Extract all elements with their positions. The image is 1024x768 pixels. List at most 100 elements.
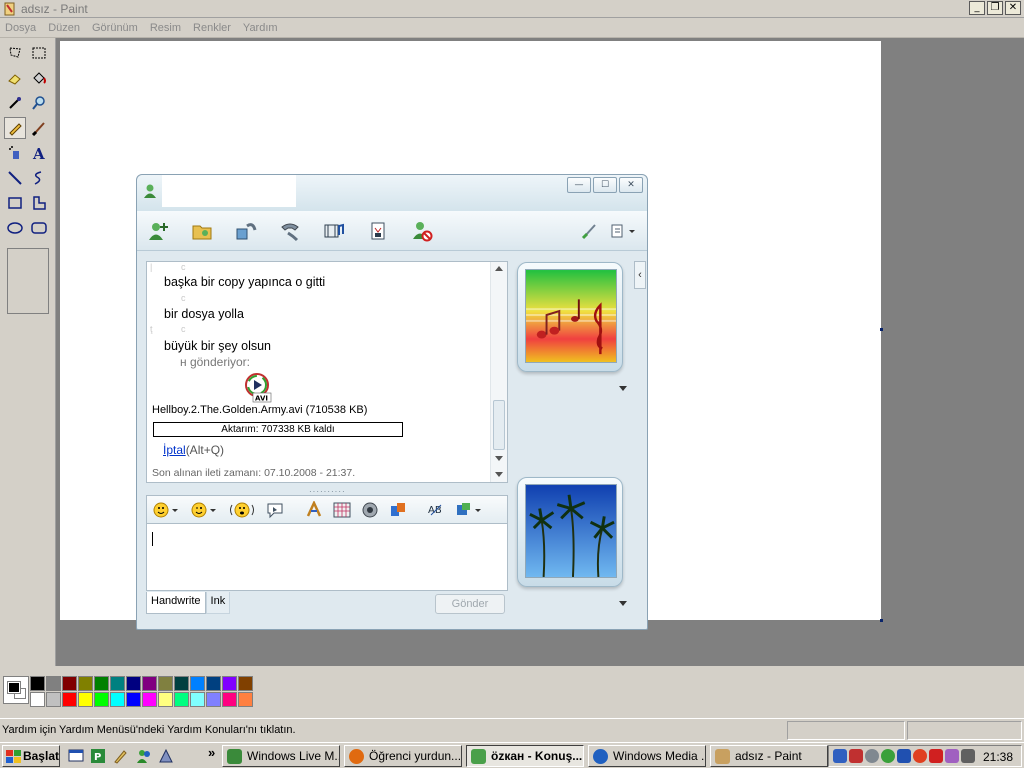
tray-security-icon[interactable] bbox=[849, 749, 863, 763]
menu-help[interactable]: Yardım bbox=[243, 22, 278, 34]
resize-handle-corner[interactable] bbox=[880, 619, 883, 622]
font-button[interactable] bbox=[305, 501, 323, 519]
polygon-tool[interactable] bbox=[28, 192, 50, 214]
conversation-history[interactable]: | c başka bir copy yapınca o gitti c bir… bbox=[146, 261, 508, 483]
call-button[interactable] bbox=[277, 219, 303, 243]
scroll-down-arrow[interactable] bbox=[495, 456, 503, 461]
more-options-button[interactable] bbox=[455, 501, 483, 519]
start-button[interactable]: Başlat bbox=[2, 745, 60, 767]
curve-tool[interactable] bbox=[28, 167, 50, 189]
webcam-button[interactable] bbox=[361, 501, 379, 519]
collapse-sidebar-button[interactable]: ‹ bbox=[634, 261, 646, 289]
color-swatch[interactable] bbox=[62, 676, 77, 691]
contact-picture-options-arrow[interactable] bbox=[619, 386, 627, 391]
scroll-end-arrow[interactable] bbox=[495, 472, 503, 477]
tray-messenger-icon[interactable] bbox=[881, 749, 895, 763]
menu-file[interactable]: Dosya bbox=[5, 22, 36, 34]
color-swatch[interactable] bbox=[190, 676, 205, 691]
tab-ink[interactable]: Ink bbox=[205, 592, 231, 614]
color-swatch[interactable] bbox=[126, 676, 141, 691]
history-scrollbar[interactable] bbox=[490, 262, 507, 482]
send-button[interactable]: Gönder bbox=[435, 594, 505, 614]
color-swatch[interactable] bbox=[238, 692, 253, 707]
task-windows-live-messenger[interactable]: Windows Live M... bbox=[222, 745, 340, 767]
minimize-button[interactable]: _ bbox=[969, 1, 985, 15]
video-call-button[interactable] bbox=[233, 219, 259, 243]
emoticon-button[interactable] bbox=[153, 501, 179, 519]
color-swatch[interactable] bbox=[94, 676, 109, 691]
color-swatch[interactable] bbox=[158, 676, 173, 691]
paint-quicklaunch-icon[interactable] bbox=[112, 748, 128, 764]
color-swatch[interactable] bbox=[142, 676, 157, 691]
menu-colors[interactable]: Renkler bbox=[193, 22, 231, 34]
color-swatch[interactable] bbox=[62, 692, 77, 707]
tray-audio-icon[interactable] bbox=[945, 749, 959, 763]
brush-tool[interactable] bbox=[28, 117, 50, 139]
rectangle-tool[interactable] bbox=[4, 192, 26, 214]
games-button[interactable] bbox=[365, 219, 391, 243]
menu-edit[interactable]: Düzen bbox=[48, 22, 80, 34]
text-tool[interactable]: A bbox=[28, 142, 50, 164]
quicklaunch-more[interactable]: » bbox=[208, 745, 215, 760]
tab-handwrite[interactable]: Handwrite bbox=[146, 592, 206, 614]
task-conversation[interactable]: özкан - Konuş... bbox=[466, 745, 584, 767]
contact-display-picture[interactable] bbox=[517, 262, 623, 372]
video-button[interactable] bbox=[321, 219, 347, 243]
color-swatch[interactable] bbox=[78, 692, 93, 707]
pencil-tool[interactable] bbox=[4, 117, 26, 139]
eraser-tool[interactable] bbox=[4, 67, 26, 89]
color-swatch[interactable] bbox=[206, 692, 221, 707]
task-firefox[interactable]: Öğrenci yurdun... bbox=[344, 745, 462, 767]
color-swatch[interactable] bbox=[110, 692, 125, 707]
scroll-up-arrow[interactable] bbox=[495, 266, 503, 271]
magnifier-tool[interactable] bbox=[28, 92, 50, 114]
rounded-rect-tool[interactable] bbox=[28, 217, 50, 239]
show-menu-button[interactable] bbox=[607, 219, 639, 243]
free-select-tool[interactable] bbox=[4, 42, 26, 64]
tray-network-icon[interactable] bbox=[833, 749, 847, 763]
color-swatch[interactable] bbox=[30, 692, 45, 707]
color-swatch[interactable] bbox=[46, 676, 61, 691]
spell-check-button[interactable]: AB bbox=[427, 501, 445, 519]
menu-image[interactable]: Resim bbox=[150, 22, 181, 34]
tray-webcam-icon[interactable] bbox=[865, 749, 879, 763]
restore-button[interactable]: ❐ bbox=[987, 1, 1003, 15]
tool-options-panel[interactable] bbox=[7, 248, 49, 314]
show-desktop-icon[interactable] bbox=[68, 748, 84, 764]
msn-minimize-button[interactable]: — bbox=[567, 177, 591, 193]
wink-button[interactable] bbox=[191, 501, 217, 519]
color-swatch[interactable] bbox=[238, 676, 253, 691]
nudge-button[interactable] bbox=[229, 501, 255, 519]
color-swatch[interactable] bbox=[30, 676, 45, 691]
color-swatch[interactable] bbox=[94, 692, 109, 707]
messenger-quicklaunch-icon[interactable] bbox=[136, 748, 152, 764]
app-quicklaunch-icon[interactable] bbox=[158, 748, 174, 764]
publisher-icon[interactable]: P bbox=[90, 748, 106, 764]
theme-button[interactable] bbox=[577, 219, 603, 243]
color-swatch[interactable] bbox=[78, 676, 93, 691]
resize-handle-right[interactable] bbox=[880, 328, 883, 331]
share-folder-button[interactable] bbox=[189, 219, 215, 243]
cancel-transfer-link[interactable]: İptal bbox=[163, 443, 186, 457]
my-picture-options-arrow[interactable] bbox=[619, 601, 627, 606]
block-contact-button[interactable] bbox=[409, 219, 435, 243]
line-tool[interactable] bbox=[4, 167, 26, 189]
msn-close-button[interactable]: ✕ bbox=[619, 177, 643, 193]
color-swatch[interactable] bbox=[158, 692, 173, 707]
message-compose-input[interactable] bbox=[146, 523, 508, 591]
close-button[interactable]: ✕ bbox=[1005, 1, 1021, 15]
color-swatch[interactable] bbox=[222, 692, 237, 707]
background-button[interactable] bbox=[333, 501, 351, 519]
tray-antivirus-icon[interactable] bbox=[929, 749, 943, 763]
color-swatch[interactable] bbox=[206, 676, 221, 691]
color-swatch[interactable] bbox=[174, 676, 189, 691]
color-swatch[interactable] bbox=[190, 692, 205, 707]
scroll-thumb[interactable] bbox=[493, 400, 505, 450]
winks-button[interactable] bbox=[389, 501, 407, 519]
menu-view[interactable]: Görünüm bbox=[92, 22, 138, 34]
ellipse-tool[interactable] bbox=[4, 217, 26, 239]
msn-maximize-button[interactable]: ☐ bbox=[593, 177, 617, 193]
task-windows-media-player[interactable]: Windows Media ... bbox=[588, 745, 706, 767]
color-swatch[interactable] bbox=[46, 692, 61, 707]
my-display-picture[interactable] bbox=[517, 477, 623, 587]
